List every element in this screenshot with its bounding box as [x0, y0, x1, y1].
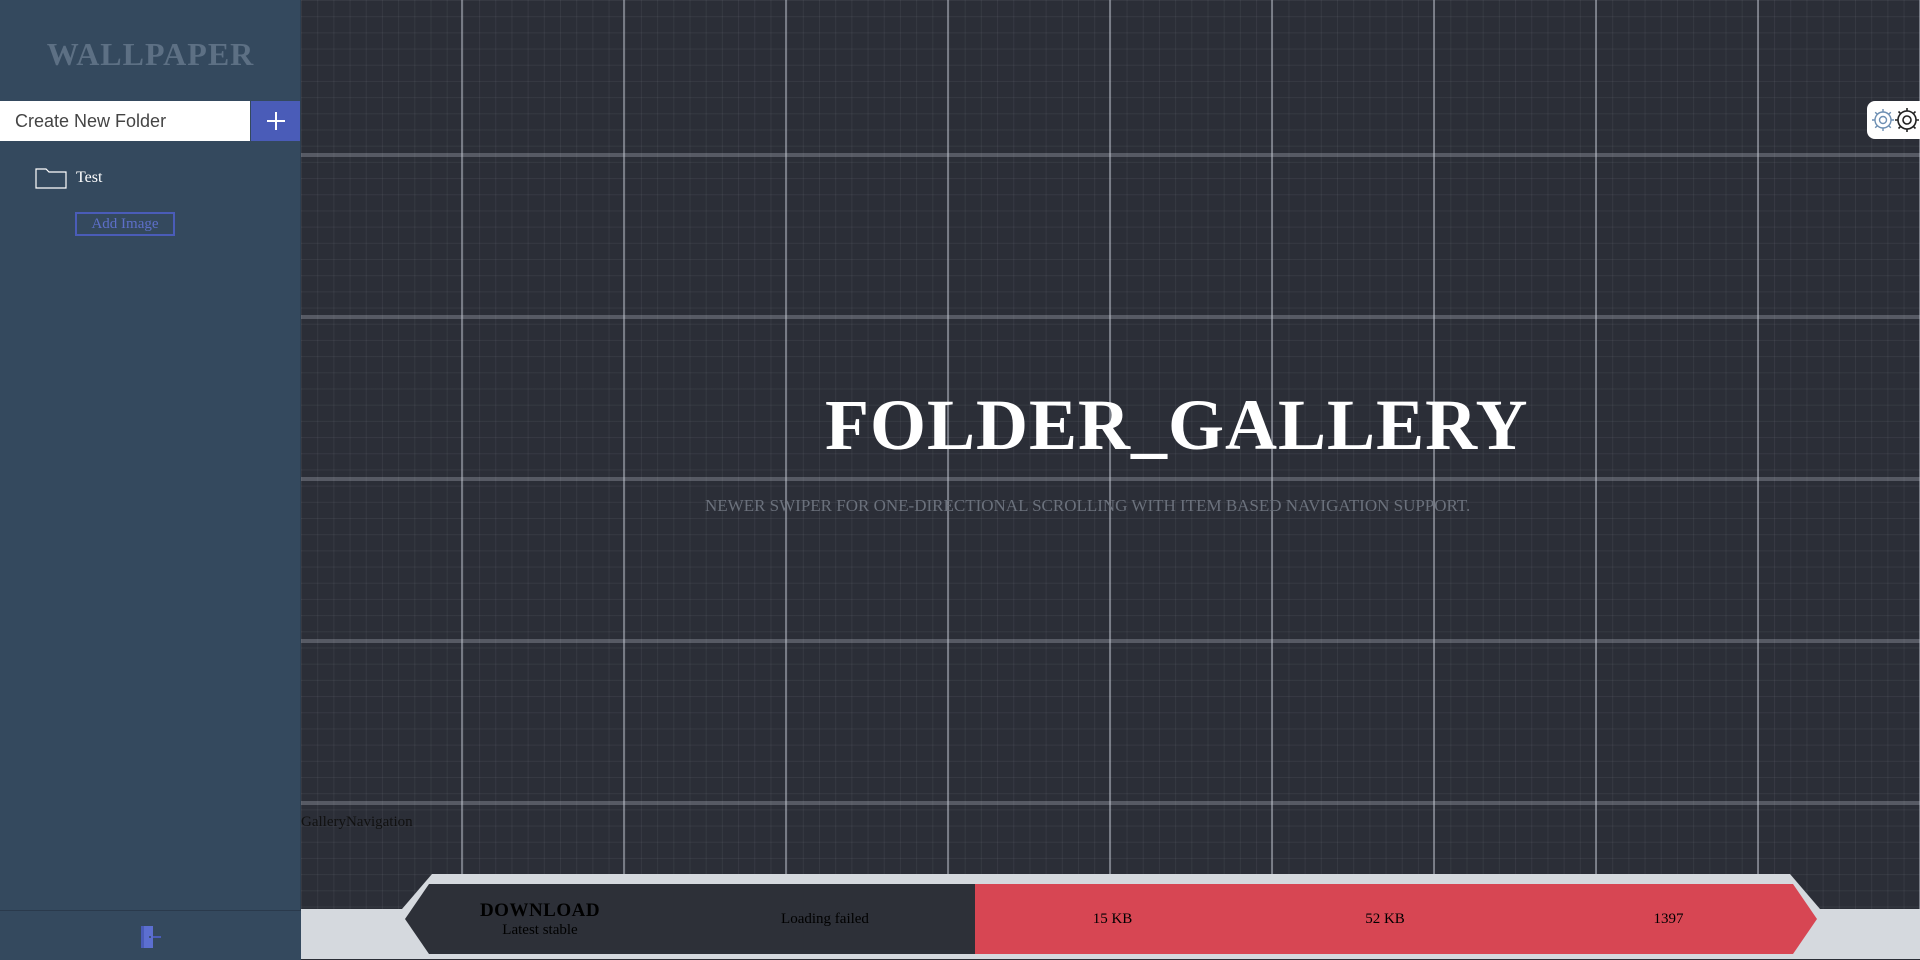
- gear-icon: [1872, 108, 1919, 132]
- logout-icon[interactable]: [139, 925, 163, 949]
- download-bar: DOWNLOAD Latest stable Loading failed 15…: [405, 884, 1817, 954]
- sidebar-footer: [0, 910, 301, 960]
- gallery-navigation-label: GalleryNavigation: [301, 814, 413, 830]
- download-button[interactable]: DOWNLOAD Latest stable: [405, 884, 675, 954]
- add-folder-button[interactable]: [251, 101, 300, 141]
- sidebar: WALLPAPER Test Add Image: [0, 0, 301, 960]
- new-folder-input[interactable]: [0, 101, 250, 141]
- plus-icon: [266, 112, 285, 130]
- settings-toggle[interactable]: [1867, 101, 1920, 139]
- page-title: FOLDER_GALLERY: [825, 385, 1529, 465]
- download-status-text: Loading failed: [781, 910, 869, 927]
- page-subtitle: NEWER SWIPER FOR ONE-DIRECTIONAL SCROLLI…: [705, 496, 1471, 515]
- size-full-text: 52 KB: [1365, 910, 1405, 927]
- download-title: DOWNLOAD: [479, 899, 601, 921]
- count-badge: 1397: [1520, 884, 1817, 954]
- download-status: Loading failed: [675, 884, 975, 954]
- folder-item-test[interactable]: Test: [35, 166, 102, 190]
- size-full-badge: 52 KB: [1250, 884, 1520, 954]
- add-image-button[interactable]: Add Image: [75, 212, 175, 236]
- count-text: 1397: [1653, 910, 1684, 927]
- size-min-badge: 15 KB: [975, 884, 1250, 954]
- folder-label: Test: [76, 169, 103, 186]
- new-folder-form: [0, 101, 301, 141]
- download-subtitle: Latest stable: [502, 921, 578, 938]
- size-min-text: 15 KB: [1092, 910, 1133, 927]
- main-canvas: FOLDER_GALLERY NEWER SWIPER FOR ONE-DIRE…: [301, 0, 1920, 959]
- brand-title: WALLPAPER: [46, 36, 255, 72]
- folder-icon: [35, 168, 67, 189]
